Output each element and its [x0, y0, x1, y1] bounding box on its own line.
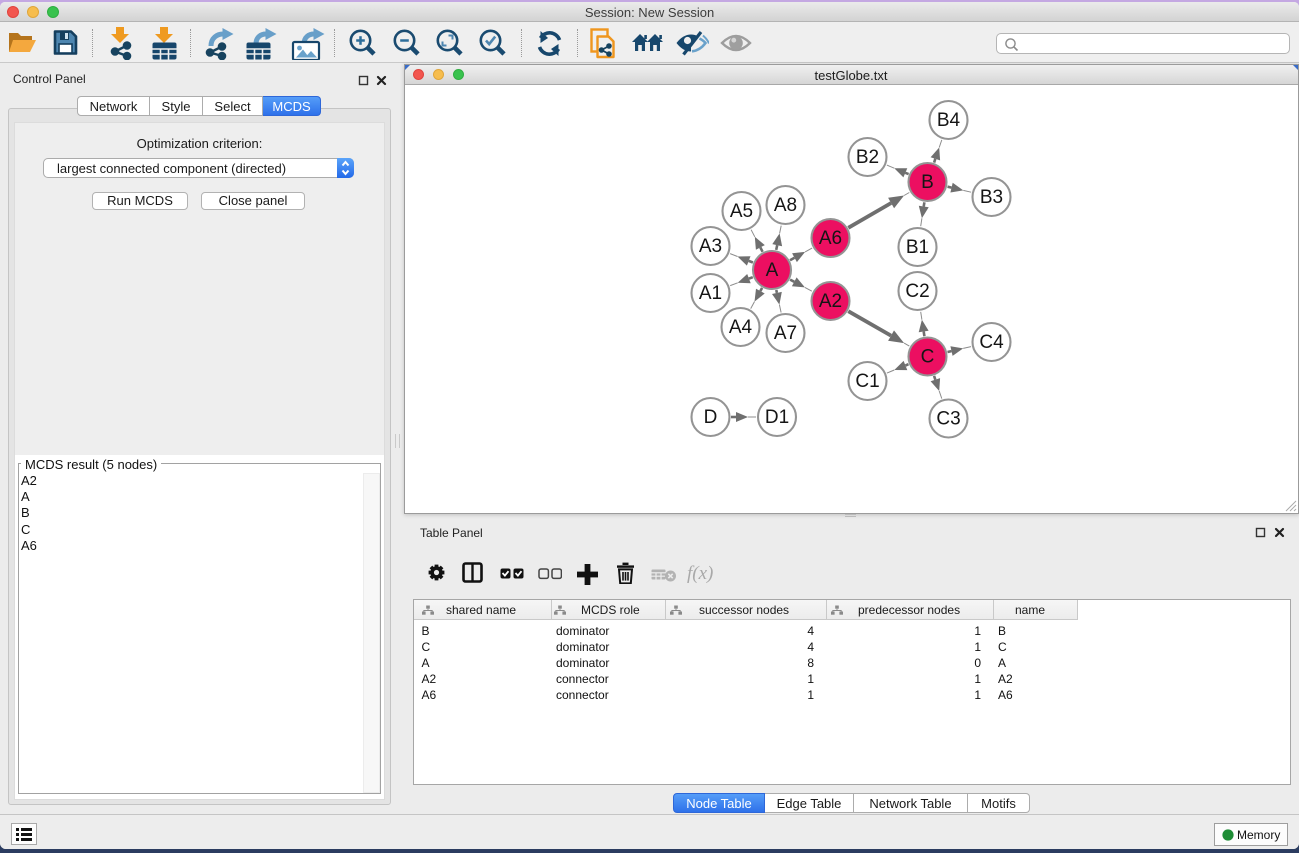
- svg-text:C: C: [920, 347, 934, 368]
- svg-text:A6: A6: [818, 228, 841, 249]
- svg-text:C3: C3: [936, 409, 960, 430]
- svg-text:B2: B2: [855, 147, 878, 168]
- svg-text:A7: A7: [773, 323, 796, 344]
- svg-text:A3: A3: [698, 236, 721, 257]
- svg-text:A1: A1: [698, 283, 721, 304]
- svg-text:C4: C4: [979, 332, 1004, 353]
- svg-text:A: A: [765, 260, 778, 281]
- svg-text:B4: B4: [936, 110, 960, 131]
- svg-text:A2: A2: [818, 291, 841, 312]
- svg-text:C2: C2: [905, 281, 929, 302]
- svg-text:D: D: [703, 407, 717, 428]
- svg-text:B3: B3: [979, 187, 1002, 208]
- svg-text:A5: A5: [729, 201, 752, 222]
- svg-text:B1: B1: [905, 237, 928, 258]
- svg-text:A4: A4: [728, 317, 752, 338]
- svg-text:C1: C1: [855, 371, 879, 392]
- svg-text:D1: D1: [764, 407, 788, 428]
- svg-text:A8: A8: [773, 195, 796, 216]
- svg-text:B: B: [921, 172, 934, 193]
